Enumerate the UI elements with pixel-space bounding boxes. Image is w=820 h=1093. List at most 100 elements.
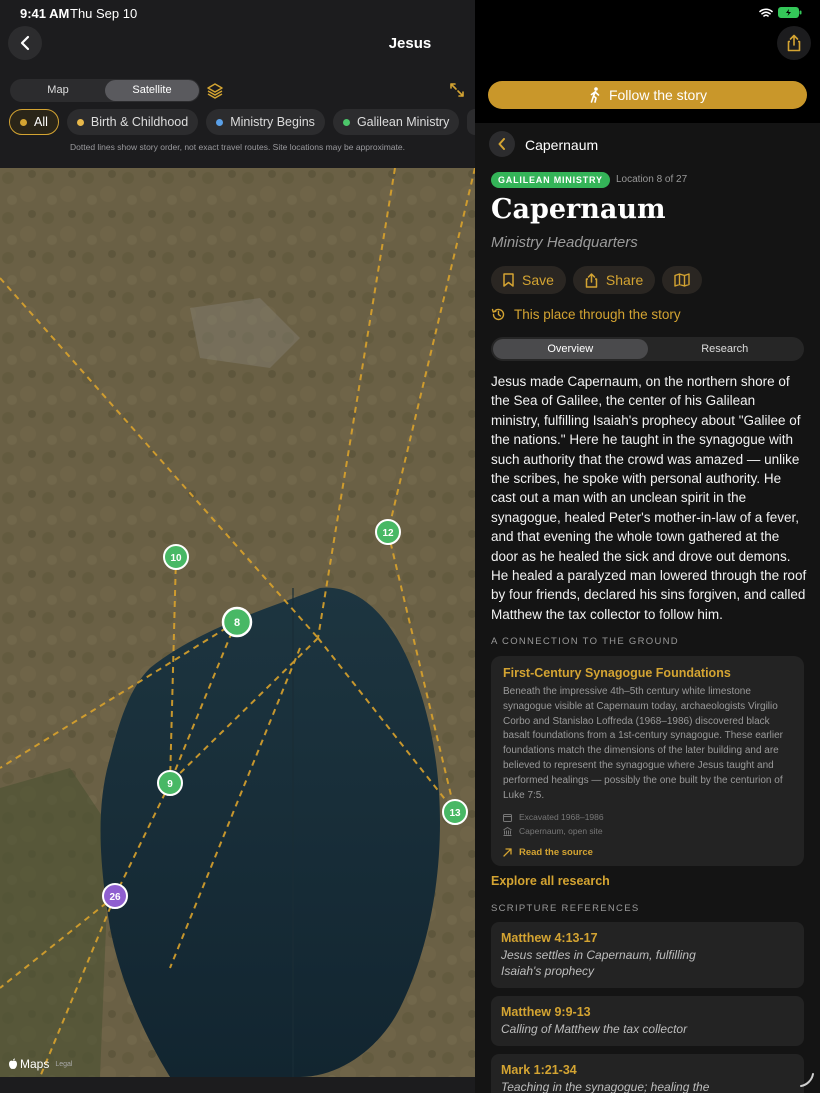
tab-overview[interactable]: Overview <box>493 339 648 359</box>
bookmark-icon <box>503 273 514 287</box>
reference-title: Mark 1:21-34 <box>501 1063 577 1077</box>
map-type-toggle: Map Satellite <box>10 79 200 102</box>
apple-logo-icon <box>9 1058 17 1069</box>
filter-label: Galilean Ministry <box>356 115 450 129</box>
status-icons <box>759 7 802 18</box>
filter-ministry-begins[interactable]: Ministry Begins <box>206 109 325 135</box>
map-option[interactable]: Map <box>11 80 105 101</box>
scripture-section-label: SCRIPTURE REFERENCES <box>491 903 640 914</box>
detail-pane: Follow the story Capernaum GALILEAN MINI… <box>475 0 820 1093</box>
status-time: 9:41 AM <box>20 6 70 21</box>
marker-8-label: 8 <box>234 617 240 629</box>
research-card[interactable]: First-Century Synagogue Foundations Bene… <box>491 656 804 866</box>
map-pane: 9:41 AM Thu Sep 10 Jesus Map Satellite A… <box>0 0 475 1093</box>
read-source-label: Read the source <box>519 847 593 859</box>
resize-handle-icon[interactable] <box>799 1072 815 1088</box>
reference-title: Matthew 9:9-13 <box>501 1005 591 1019</box>
filter-chips: All Birth & Childhood Ministry Begins Ga… <box>9 109 475 135</box>
site-text: Capernaum, open site <box>519 826 603 837</box>
filter-birth-childhood[interactable]: Birth & Childhood <box>66 109 199 135</box>
history-icon <box>491 308 505 321</box>
share-icon <box>787 34 801 52</box>
maps-brand: Maps <box>20 1057 50 1071</box>
map-icon <box>674 273 690 287</box>
tab-research[interactable]: Research <box>648 339 803 359</box>
map-disclaimer: Dotted lines show story order, not exact… <box>70 142 405 152</box>
filter-label: Birth & Childhood <box>90 115 189 129</box>
marker-26-label: 26 <box>109 892 121 903</box>
marker-9-label: 9 <box>167 779 173 790</box>
detail-header-title: Capernaum <box>525 137 599 153</box>
detail-tabs: Overview Research <box>491 337 804 361</box>
satellite-option[interactable]: Satellite <box>105 80 199 101</box>
page-title: Jesus <box>388 35 432 52</box>
excavated-meta: Excavated 1968–1986 <box>503 812 792 822</box>
filter-label: All <box>34 115 48 129</box>
follow-story-button[interactable]: Follow the story <box>488 81 807 109</box>
scripture-reference[interactable]: Matthew 4:13-17 Jesus settles in Caperna… <box>491 922 804 988</box>
battery-icon <box>778 7 802 18</box>
marker-26[interactable]: 26 <box>102 883 128 909</box>
filter-dot-icon <box>216 118 224 126</box>
reference-description: Jesus settles in Capernaum, fulfilling I… <box>501 948 696 978</box>
back-button[interactable] <box>8 26 42 60</box>
calendar-icon <box>503 813 512 822</box>
layers-icon[interactable] <box>205 81 225 101</box>
share-label: Share <box>605 272 644 288</box>
scripture-reference[interactable]: Matthew 9:9-13 Calling of Matthew the ta… <box>491 996 804 1046</box>
explore-research-link[interactable]: Explore all research <box>491 874 610 888</box>
marker-8[interactable]: 8 <box>221 606 253 638</box>
read-source-link[interactable]: Read the source <box>503 847 792 858</box>
location-title: Capernaum <box>491 194 666 225</box>
place-through-story-link[interactable]: This place through the story <box>491 307 681 322</box>
expand-icon[interactable] <box>448 81 466 99</box>
share-button[interactable]: Share <box>572 266 656 294</box>
scripture-reference[interactable]: Mark 1:21-34 Teaching in the synagogue; … <box>491 1054 804 1093</box>
overview-text: Jesus made Capernaum, on the northern sh… <box>491 374 807 622</box>
marker-12-label: 12 <box>382 528 394 539</box>
marker-13[interactable]: 13 <box>442 799 468 825</box>
filter-more[interactable] <box>467 109 475 135</box>
marker-13-label: 13 <box>449 808 461 819</box>
map-button[interactable] <box>662 266 703 294</box>
location-count: Location 8 of 27 <box>616 174 688 185</box>
filter-galilean-ministry[interactable]: Galilean Ministry <box>332 109 460 135</box>
connection-section-label: A CONNECTION TO THE GROUND <box>491 636 679 647</box>
filter-dot-icon <box>76 118 84 126</box>
building-icon <box>503 826 512 836</box>
share-button-top[interactable] <box>777 26 811 60</box>
follow-story-label: Follow the story <box>608 87 708 103</box>
satellite-map[interactable]: 10 8 12 9 13 26 <box>0 168 475 1077</box>
marker-9[interactable]: 9 <box>157 770 183 796</box>
marker-10[interactable]: 10 <box>163 544 189 570</box>
reference-description: Calling of Matthew the tax collector <box>501 1022 688 1036</box>
site-meta: Capernaum, open site <box>503 826 792 836</box>
reference-description: Teaching in the synagogue; healing the <box>501 1080 710 1093</box>
excavated-text: Excavated 1968–1986 <box>519 812 604 823</box>
filter-label: Ministry Begins <box>230 115 315 129</box>
chevron-left-icon <box>498 138 505 150</box>
legal-link[interactable]: Legal <box>55 1061 72 1068</box>
action-buttons: Save Share <box>491 266 703 294</box>
place-through-story-label: This place through the story <box>514 307 681 322</box>
status-date: Thu Sep 10 <box>70 6 138 21</box>
walking-person-icon <box>590 87 600 103</box>
category-badge: GALILEAN MINISTRY <box>491 172 610 188</box>
detail-back-button[interactable] <box>489 131 515 157</box>
location-subtitle: Ministry Headquarters <box>491 234 638 251</box>
share-icon <box>585 272 598 288</box>
research-card-body: Beneath the impressive 4th–5th century w… <box>503 686 783 801</box>
maps-logo: Maps Legal <box>8 1057 72 1071</box>
greenland-area <box>0 768 110 1077</box>
save-label: Save <box>522 272 554 288</box>
arrow-up-right-icon <box>503 848 512 858</box>
chevron-left-icon <box>20 35 30 51</box>
save-button[interactable]: Save <box>491 266 566 294</box>
wifi-icon <box>759 7 773 17</box>
research-card-title: First-Century Synagogue Foundations <box>503 666 731 680</box>
marker-10-label: 10 <box>170 553 182 564</box>
filter-dot-icon <box>20 118 27 126</box>
filter-all[interactable]: All <box>9 109 59 135</box>
marker-12[interactable]: 12 <box>375 519 401 545</box>
reference-title: Matthew 4:13-17 <box>501 931 598 945</box>
